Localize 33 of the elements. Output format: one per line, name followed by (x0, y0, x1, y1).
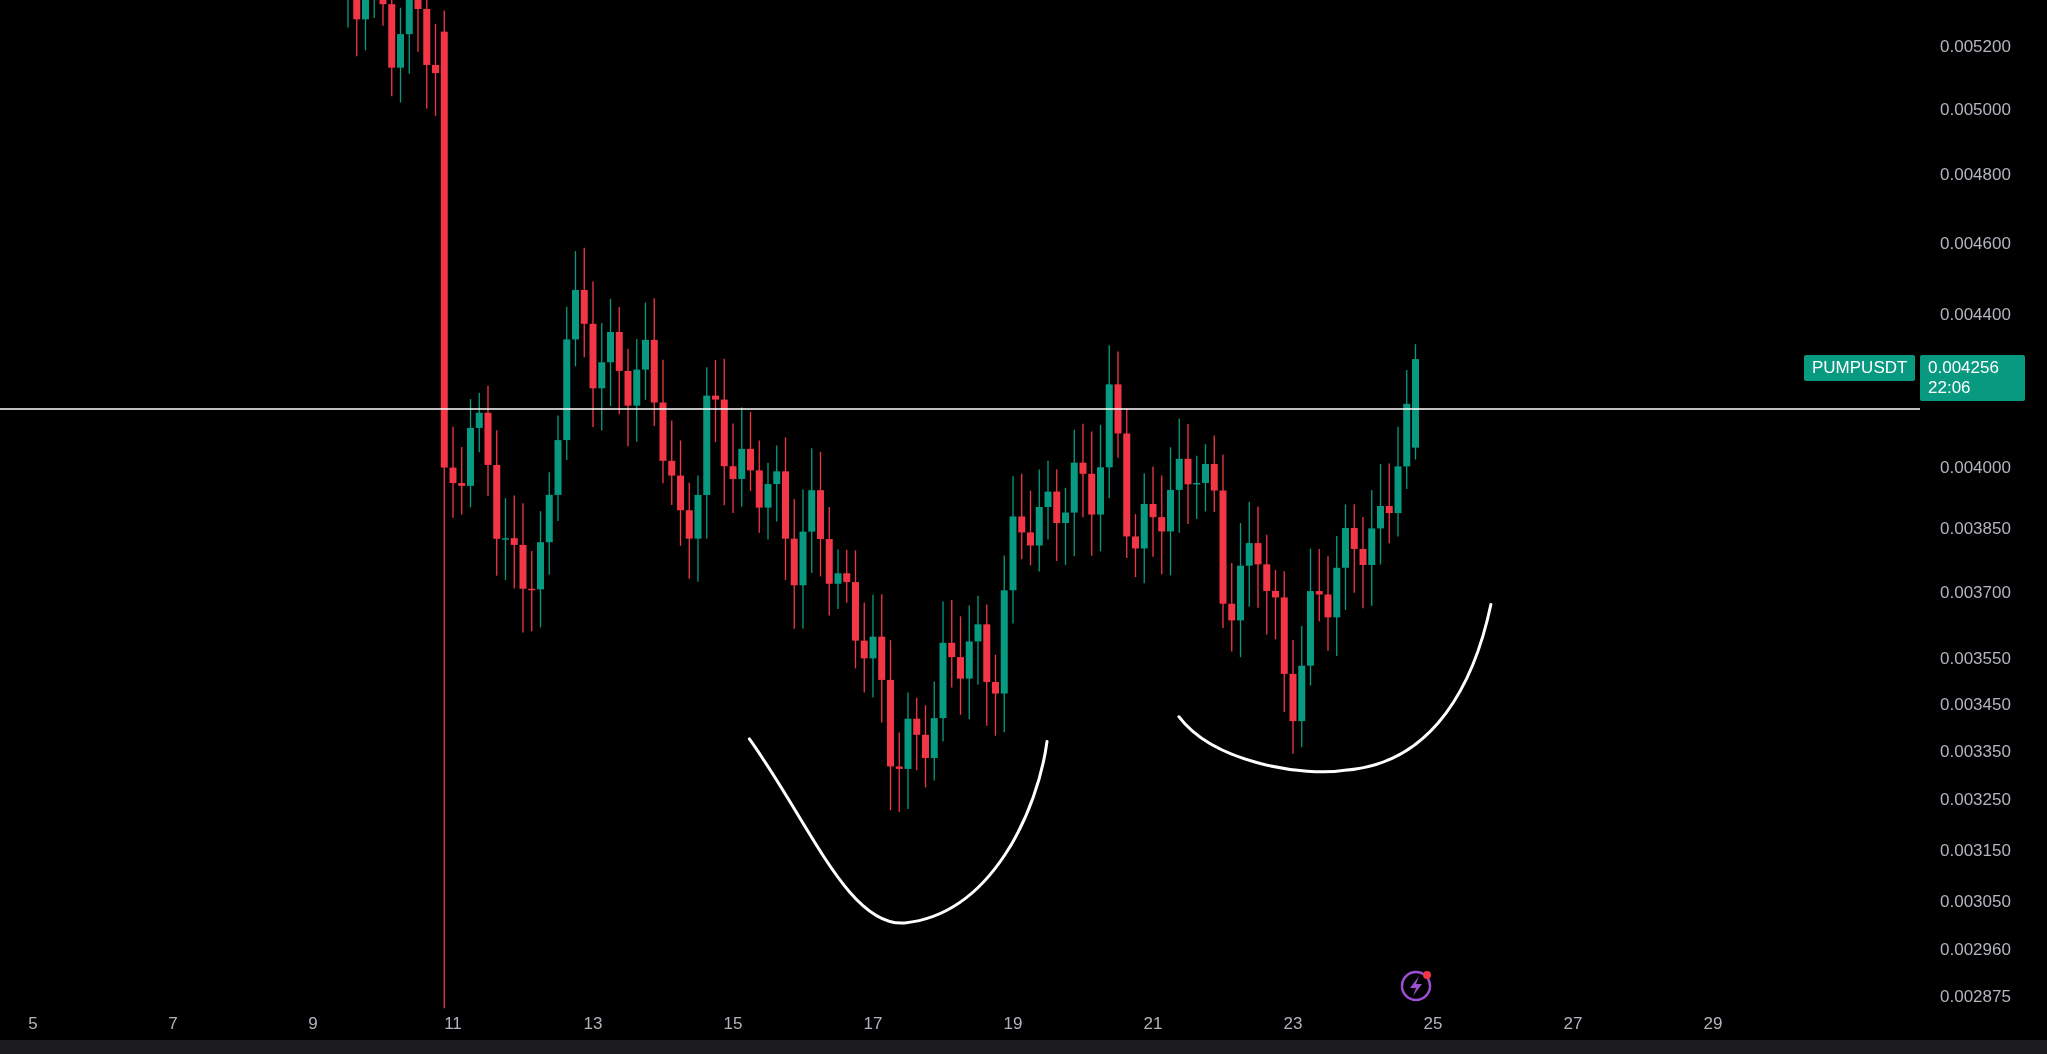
price-axis-label: 0.002960 (1940, 940, 2011, 961)
time-axis-label: 15 (723, 1014, 743, 1034)
price-axis-label: 0.004400 (1940, 304, 2011, 325)
time-axis-label: 25 (1423, 1014, 1443, 1034)
price-axis-label: 0.003350 (1940, 741, 2011, 762)
bar-countdown: 22:06 (1928, 378, 1972, 398)
last-price: 0.004256 (1928, 358, 2000, 378)
time-axis-label: 13 (583, 1014, 603, 1034)
time-axis-label: 7 (168, 1014, 178, 1034)
lightning-icon[interactable] (1400, 970, 1432, 1002)
time-axis-label: 17 (863, 1014, 883, 1034)
price-axis-label: 0.005000 (1940, 99, 2011, 120)
price-axis-label: 0.005200 (1940, 37, 2011, 57)
time-axis-label: 9 (308, 1014, 318, 1034)
price-axis-label: 0.002875 (1940, 986, 2011, 1007)
price-axis-label: 0.003250 (1940, 790, 2011, 811)
price-axis-label: 0.003450 (1940, 694, 2011, 715)
price-axis-label: 0.004800 (1940, 165, 2011, 186)
time-axis-label: 27 (1563, 1014, 1583, 1034)
symbol-label: PUMPUSDT (1804, 355, 1916, 381)
price-axis-label: 0.003150 (1940, 840, 2011, 861)
time-axis-label: 11 (444, 1014, 462, 1034)
price-axis-label: 0.003850 (1940, 518, 2011, 539)
time-axis-label: 21 (1143, 1014, 1163, 1034)
time-axis-label: 19 (1003, 1014, 1023, 1034)
time-axis-label: 5 (28, 1014, 38, 1034)
time-axis-label: 23 (1283, 1014, 1303, 1034)
price-axis-label: 0.003550 (1940, 648, 2011, 669)
price-axis-label: 0.003050 (1940, 892, 2011, 913)
price-axis-label: 0.004000 (1940, 457, 2011, 478)
price-axis-label: 0.004600 (1940, 233, 2011, 254)
time-axis-label: 29 (1703, 1014, 1723, 1034)
price-axis-label: 0.003700 (1940, 582, 2011, 603)
